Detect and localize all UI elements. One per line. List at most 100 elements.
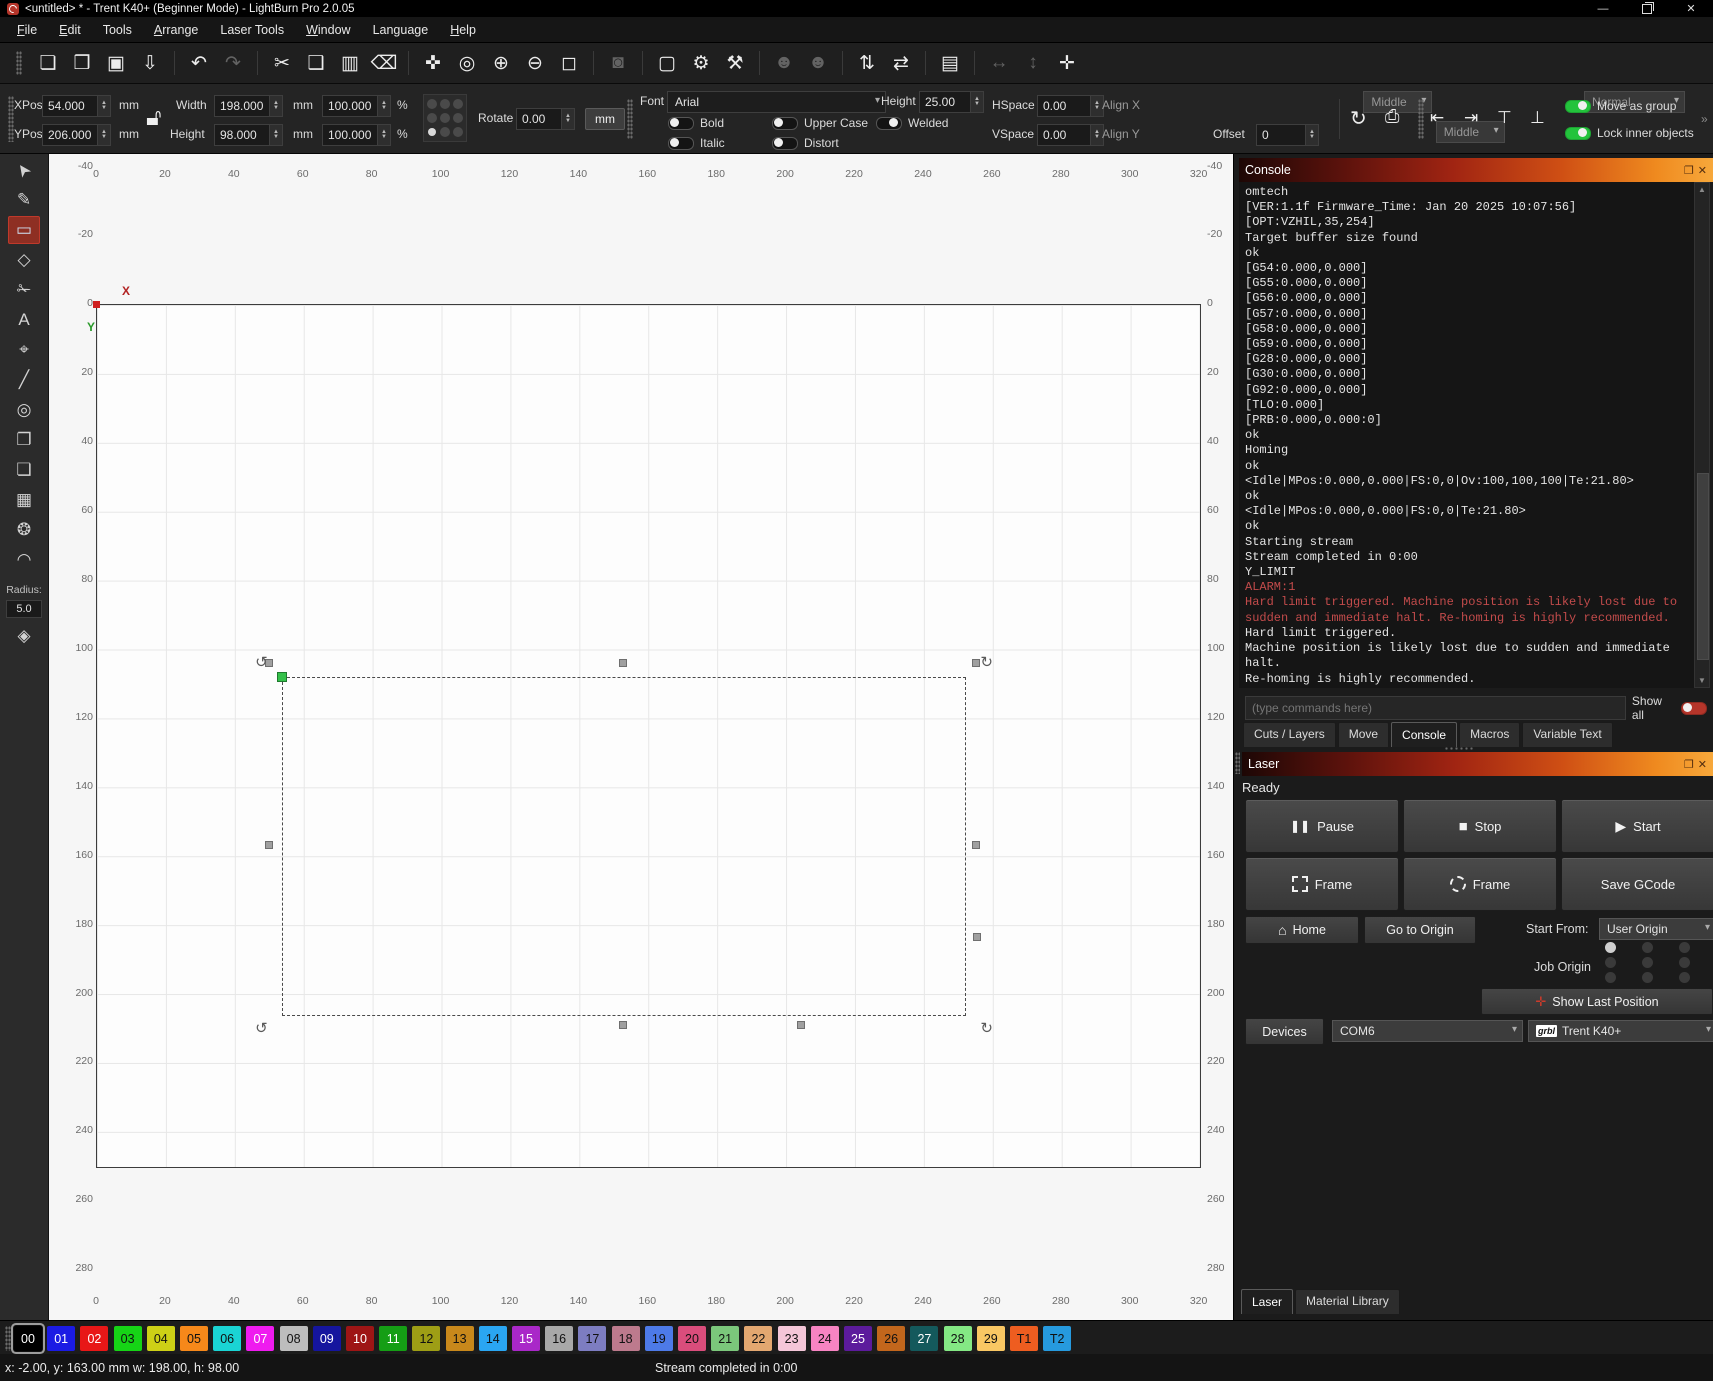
height-pct-spinner[interactable]: ▲▼ <box>377 125 390 145</box>
save-gcode-button[interactable]: Save GCode <box>1561 857 1713 911</box>
new-file-icon[interactable]: ❏ <box>36 50 60 76</box>
start-button[interactable]: ▶Start <box>1561 799 1713 853</box>
close-button[interactable]: ✕ <box>1669 0 1713 17</box>
toolbar-overflow-chevron[interactable]: » <box>1701 112 1708 126</box>
preview-icon[interactable]: ▢ <box>655 50 679 76</box>
color-swatch[interactable]: 23 <box>778 1326 806 1351</box>
console-close-icon[interactable]: ✕ <box>1698 164 1707 177</box>
rotate-spinner[interactable]: ▲▼ <box>561 109 574 129</box>
selection-handle[interactable] <box>797 1021 805 1029</box>
job-origin-dot[interactable] <box>1642 957 1653 968</box>
menu-item[interactable]: Tools <box>92 19 143 41</box>
toolbar-grip[interactable] <box>16 51 22 75</box>
palette-grip[interactable] <box>5 1326 11 1351</box>
color-swatch[interactable]: 22 <box>744 1326 772 1351</box>
job-origin-dot[interactable] <box>1605 972 1616 983</box>
undo-icon[interactable]: ↶ <box>187 50 211 76</box>
panel-splitter[interactable] <box>1444 746 1474 751</box>
width-spinner[interactable]: ▲▼ <box>269 96 282 116</box>
distribute-height-icon[interactable]: ↕ <box>1021 50 1045 76</box>
job-origin-dot[interactable] <box>1605 942 1616 953</box>
color-swatch[interactable]: 19 <box>645 1326 673 1351</box>
width-input[interactable]: 198.000▲▼ <box>214 95 283 117</box>
push-top-icon[interactable]: ⊤ <box>1497 108 1512 128</box>
scroll-down-icon[interactable]: ▼ <box>1695 676 1709 685</box>
anchor-point-selector[interactable] <box>423 94 467 142</box>
toolbar-icon[interactable] <box>842 51 843 75</box>
lock-inner-toggle[interactable] <box>1565 127 1591 140</box>
menu-item[interactable]: Help <box>439 19 487 41</box>
restore-button[interactable] <box>1625 0 1669 17</box>
tool-draw-lines[interactable]: ✎ <box>8 186 40 214</box>
workspace-canvas[interactable]: X Y 002020404060608080100100120120140140… <box>49 154 1233 1320</box>
color-swatch[interactable]: 03 <box>114 1326 142 1351</box>
laser-panel-grip[interactable] <box>1235 752 1240 774</box>
color-swatch[interactable]: 00 <box>14 1326 42 1351</box>
selected-shape[interactable] <box>282 677 966 1017</box>
toolbar-icon[interactable] <box>408 51 409 75</box>
offset-spinner[interactable]: ▲▼ <box>1305 125 1318 145</box>
align-objects-icon[interactable]: ▤ <box>938 50 962 76</box>
tool-position-laser[interactable]: ⌖ <box>8 336 40 364</box>
devices-button[interactable]: Devices <box>1245 1018 1324 1045</box>
job-origin-dot[interactable] <box>1605 957 1616 968</box>
delete-icon[interactable]: ⌫ <box>372 50 396 76</box>
color-swatch[interactable]: 13 <box>446 1326 474 1351</box>
show-all-toggle[interactable] <box>1681 702 1707 715</box>
selection-handle[interactable] <box>619 659 627 667</box>
color-swatch[interactable]: 20 <box>678 1326 706 1351</box>
color-swatch[interactable]: 24 <box>811 1326 839 1351</box>
pause-button[interactable]: ❚❚Pause <box>1245 799 1399 853</box>
tool-circular-array[interactable]: ❂ <box>8 516 40 544</box>
radius-input[interactable]: 5.0 <box>6 600 42 618</box>
tool-boolean[interactable]: ❐ <box>8 426 40 454</box>
frame-rect-button[interactable]: Frame <box>1245 857 1399 911</box>
zoom-to-page-icon[interactable]: ◎ <box>455 50 479 76</box>
copy-icon[interactable]: ❑ <box>304 50 328 76</box>
toolbar-icon[interactable] <box>174 51 175 75</box>
zoom-out-icon[interactable]: ⊖ <box>523 50 547 76</box>
dock-tab[interactable]: Laser <box>1241 1289 1293 1314</box>
color-swatch[interactable]: 04 <box>147 1326 175 1351</box>
color-swatch[interactable]: 25 <box>844 1326 872 1351</box>
toolbar-icon[interactable] <box>925 51 926 75</box>
color-swatch[interactable]: 09 <box>313 1326 341 1351</box>
tool-offset[interactable]: ◎ <box>8 396 40 424</box>
font-height-input[interactable]: 25.00▲▼ <box>919 91 984 113</box>
selection-handle[interactable] <box>972 659 980 667</box>
tool-measure[interactable]: ╱ <box>8 366 40 394</box>
show-last-position-button[interactable]: ✛Show Last Position <box>1481 988 1713 1015</box>
color-swatch[interactable]: 12 <box>412 1326 440 1351</box>
panel-tab[interactable]: Macros <box>1459 722 1520 747</box>
tool-select[interactable]: ➤ <box>3 149 44 191</box>
job-origin-dot[interactable] <box>1679 972 1690 983</box>
color-swatch[interactable]: 08 <box>280 1326 308 1351</box>
toolbar-icon[interactable] <box>974 51 975 75</box>
move-as-group-toggle[interactable] <box>1565 100 1591 113</box>
color-swatch[interactable]: 11 <box>379 1326 407 1351</box>
tool-text[interactable]: A <box>8 306 40 334</box>
color-swatch[interactable]: 16 <box>545 1326 573 1351</box>
push-right-icon[interactable]: ⇥ <box>1464 108 1478 128</box>
go-to-origin-button[interactable]: Go to Origin <box>1364 916 1476 944</box>
toolbar-icon[interactable] <box>593 51 594 75</box>
vspace-input[interactable]: 0.00▲▼ <box>1037 124 1104 146</box>
height-pct-input[interactable]: 100.000▲▼ <box>322 124 391 146</box>
tool-grid-array[interactable]: ▦ <box>8 486 40 514</box>
color-swatch[interactable]: 27 <box>910 1326 938 1351</box>
push-bottom-icon[interactable]: ⊥ <box>1530 108 1545 128</box>
console-command-input[interactable] <box>1245 696 1626 720</box>
toolbar-icon[interactable] <box>759 51 760 75</box>
console-scrollbar[interactable]: ▲ ▼ <box>1694 182 1710 688</box>
dock-tab[interactable]: Material Library <box>1295 1289 1400 1314</box>
xpos-input[interactable]: 54.000▲▼ <box>42 95 111 117</box>
push-left-icon[interactable]: ⇤ <box>1430 108 1444 128</box>
selection-origin-handle[interactable] <box>277 672 287 682</box>
font-height-spinner[interactable]: ▲▼ <box>970 92 983 112</box>
width-pct-spinner[interactable]: ▲▼ <box>377 96 390 116</box>
aspect-lock-icon[interactable]: 🔓︎ <box>146 104 162 132</box>
user-icon[interactable]: ☻ <box>806 50 830 76</box>
zoom-in-icon[interactable]: ⊕ <box>489 50 513 76</box>
panel-tab[interactable]: Cuts / Layers <box>1243 722 1336 747</box>
job-origin-dot[interactable] <box>1679 942 1690 953</box>
